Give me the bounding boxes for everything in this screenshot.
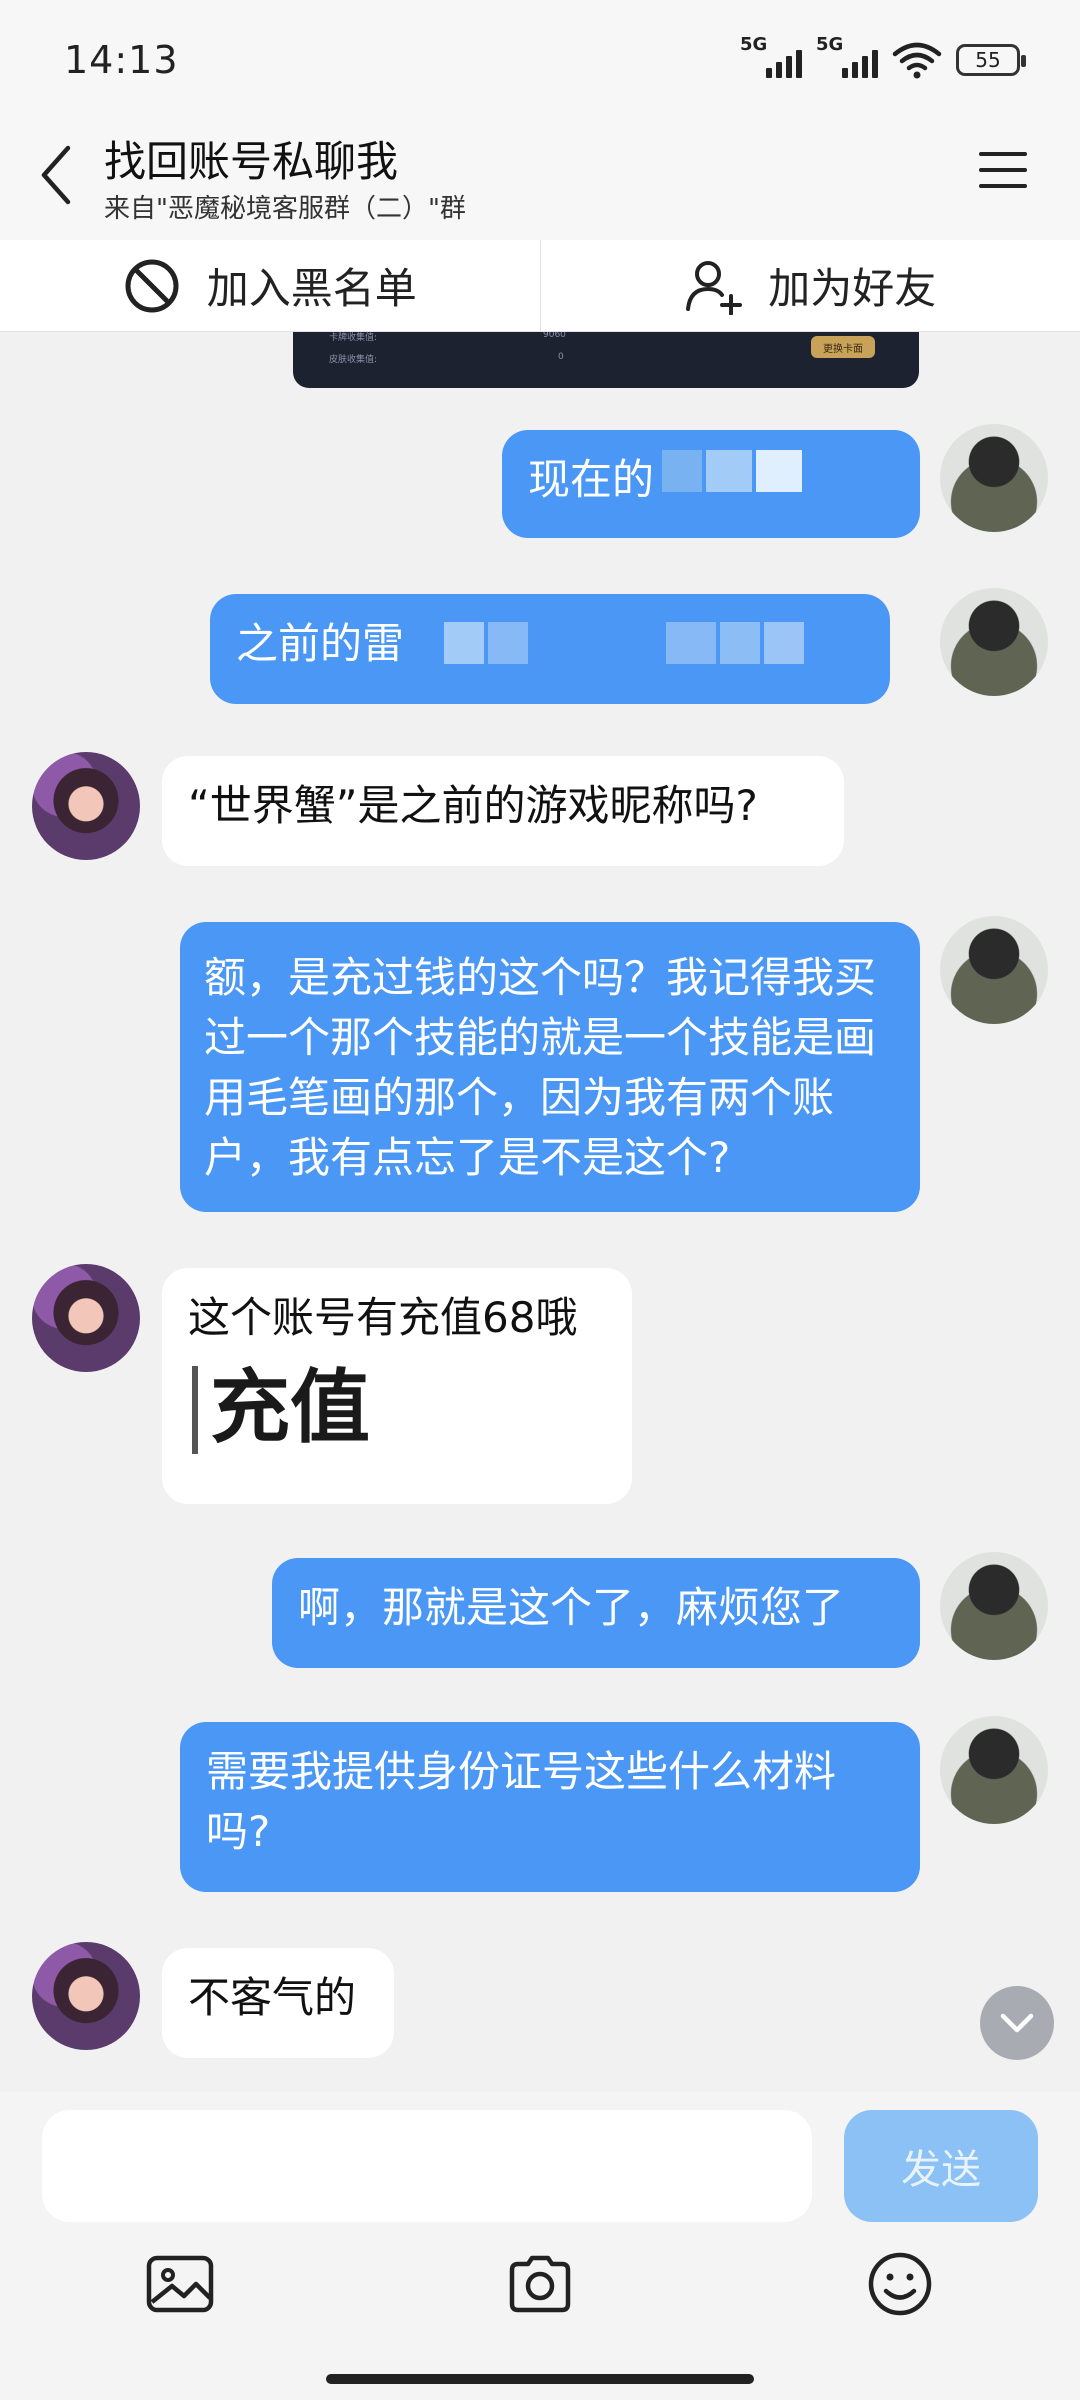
avatar[interactable] (32, 1264, 140, 1372)
add-friend-button[interactable]: 加为好友 (541, 240, 1080, 331)
menu-icon[interactable] (978, 150, 1028, 190)
image-button: 更换卡面 (811, 336, 875, 358)
scroll-to-bottom-button[interactable] (980, 1986, 1054, 2060)
image-row-label: 卡牌收集值: (329, 333, 378, 343)
battery-indicator: 55 (956, 44, 1026, 76)
avatar[interactable] (32, 1942, 140, 2050)
add-user-icon (686, 260, 743, 315)
camera-icon[interactable] (504, 2248, 576, 2320)
chat-messages[interactable]: 卡牌收集值: 9060 皮肤收集值: 0 更换卡面 现在的 之前的雷 “世界蟹”… (0, 332, 1080, 2092)
message-text: “世界蟹”是之前的游戏昵称吗? (188, 781, 758, 830)
signal-label: 5G (816, 34, 844, 55)
chevron-down-icon (1000, 2013, 1034, 2033)
image-caption: 充值 (210, 1361, 370, 1454)
signal-label: 5G (740, 34, 768, 55)
back-arrow-icon[interactable] (36, 142, 76, 208)
message-bubble-received[interactable]: “世界蟹”是之前的游戏昵称吗? (162, 756, 844, 866)
message-text: 现在的 (528, 455, 655, 504)
message-bubble-sent[interactable]: 需要我提供身份证号这些什么材料吗? (180, 1722, 920, 1892)
send-button[interactable]: 发送 (844, 2110, 1038, 2222)
action-bar: 加入黑名单 加为好友 (0, 240, 1080, 332)
add-to-blacklist-button[interactable]: 加入黑名单 (0, 240, 540, 331)
image-icon[interactable] (144, 2248, 216, 2320)
chat-header: 找回账号私聊我 来自"恶魔秘境客服群（二）"群 (0, 120, 1080, 240)
composer: 发送 (0, 2092, 1080, 2400)
avatar[interactable] (940, 588, 1048, 696)
chat-subtitle: 来自"恶魔秘境客服群（二）"群 (104, 194, 466, 224)
message-bubble-sent[interactable]: 啊，那就是这个了，麻烦您了 (272, 1558, 920, 1668)
shared-image[interactable]: 卡牌收集值: 9060 皮肤收集值: 0 更换卡面 (293, 332, 919, 388)
wifi-icon (892, 42, 942, 79)
signal-icon: 5G (816, 34, 878, 78)
home-indicator[interactable] (326, 2374, 754, 2384)
redacted-area (662, 450, 802, 492)
blacklist-label: 加入黑名单 (206, 264, 417, 313)
avatar[interactable] (940, 1552, 1048, 1660)
message-bubble-sent[interactable]: 额，是充过钱的这个吗？我记得我买过一个那个技能的就是一个技能是画用毛笔画的那个，… (180, 922, 920, 1212)
message-text: 啊，那就是这个了，麻烦您了 (298, 1583, 845, 1632)
avatar[interactable] (940, 916, 1048, 1024)
message-text: 需要我提供身份证号这些什么材料吗? (206, 1747, 837, 1856)
image-row-value: 9060 (543, 332, 566, 340)
chat-title: 找回账号私聊我 (104, 137, 399, 186)
message-input[interactable] (42, 2110, 812, 2222)
avatar[interactable] (32, 752, 140, 860)
message-bubble-received[interactable]: 不客气的 (162, 1948, 394, 2058)
redacted-area (444, 622, 804, 664)
block-icon (125, 259, 179, 312)
message-text: 不客气的 (188, 1973, 357, 2022)
signal-icon: 5G (740, 34, 802, 78)
message-text: 之前的雷 (236, 619, 405, 668)
status-bar: 14:13 5G 5G 55 (0, 0, 1080, 120)
emoji-icon[interactable] (864, 2248, 936, 2320)
image-row-label: 皮肤收集值: (329, 355, 378, 365)
status-icons: 5G 5G 55 (740, 34, 1026, 80)
message-text: 额，是充过钱的这个吗？我记得我买过一个那个技能的就是一个技能是画用毛笔画的那个，… (204, 953, 877, 1182)
inline-image[interactable]: 充值 (188, 1358, 388, 1458)
add-friend-label: 加为好友 (768, 264, 937, 313)
status-time: 14:13 (64, 38, 179, 82)
avatar[interactable] (940, 1716, 1048, 1824)
image-row-value: 0 (558, 352, 564, 362)
message-bubble-received[interactable]: 这个账号有充值68哦 充值 (162, 1268, 632, 1504)
message-text: 这个账号有充值68哦 (188, 1293, 578, 1342)
avatar[interactable] (940, 424, 1048, 532)
